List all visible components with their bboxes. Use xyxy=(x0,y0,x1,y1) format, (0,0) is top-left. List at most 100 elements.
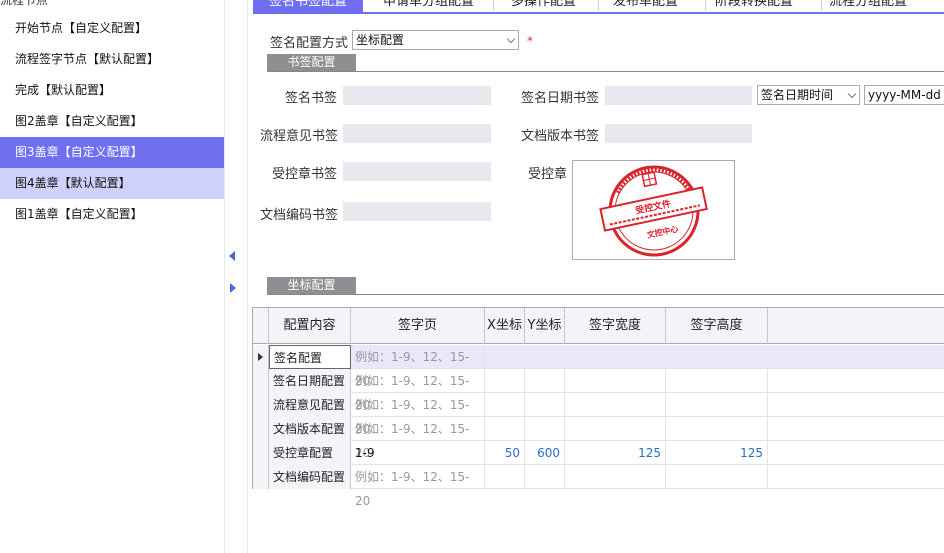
app-root: 流程节点 开始节点【自定义配置】 流程签字节点【默认配置】 完成【默认配置】 图… xyxy=(0,0,944,553)
config-mode-select[interactable]: 坐标配置 xyxy=(352,30,519,50)
coord-section-title: 坐标配置 xyxy=(267,277,356,294)
row-header[interactable] xyxy=(253,441,269,465)
x-cell[interactable] xyxy=(485,393,525,417)
chevron-down-icon xyxy=(506,34,516,44)
sign-page-cell[interactable]: 例如：1-9、12、15-20 xyxy=(351,465,485,508)
x-cell[interactable]: 50 xyxy=(485,441,525,465)
sidebar-item-seal-2[interactable]: 图2盖章【自定义配置】 xyxy=(0,106,224,137)
sidebar-item-seal-4[interactable]: 图4盖章【默认配置】 xyxy=(0,168,224,199)
col-header-filler xyxy=(768,308,944,344)
tab-flow-group[interactable]: 流程分组配置 xyxy=(823,0,913,13)
col-header-height[interactable]: 签字高度 xyxy=(666,308,768,344)
sidebar-item-sign-node[interactable]: 流程签字节点【默认配置】 xyxy=(0,44,224,75)
coord-section-header: 坐标配置 xyxy=(267,277,944,295)
col-header-content[interactable]: 配置内容 xyxy=(269,308,351,344)
row-header[interactable] xyxy=(253,465,269,489)
col-header-sign-page[interactable]: 签字页 xyxy=(351,308,485,344)
row-header[interactable] xyxy=(253,345,269,369)
tab-multi-operation[interactable]: 多操作配置 xyxy=(505,0,582,13)
row-header[interactable] xyxy=(253,393,269,417)
table-row[interactable]: 文档编码配置 例如：1-9、12、15-20 xyxy=(253,465,944,508)
sign-date-bookmark-field[interactable] xyxy=(605,86,752,105)
coord-config-grid: 配置内容 签字页 X坐标 Y坐标 签字宽度 签字高度 签名配置 例如：1-9、1… xyxy=(252,307,944,508)
tab-separator xyxy=(705,0,706,11)
doc-version-bookmark-field[interactable] xyxy=(605,124,752,143)
y-cell[interactable] xyxy=(525,417,565,441)
table-row[interactable]: 文档版本配置 例如：1-9、12、15-20 xyxy=(253,417,944,460)
row-header[interactable] xyxy=(253,417,269,441)
sign-page-cell[interactable]: 例如：1-9、12、15-20 xyxy=(351,345,485,388)
flow-opinion-bookmark-label: 流程意见书签 xyxy=(260,129,339,144)
height-cell[interactable] xyxy=(666,417,768,441)
height-cell[interactable]: 125 xyxy=(666,441,768,465)
sign-page-cell[interactable]: 例如：1-9、12、15-20 xyxy=(351,393,485,436)
col-header-x[interactable]: X坐标 xyxy=(485,308,525,344)
row-header[interactable] xyxy=(253,369,269,393)
config-tabs: 签名书签配置 申请单分组配置 多操作配置 发布单配置 阶段转换配置 流程分组配置 xyxy=(253,0,944,14)
row-name: 签名日期配置 xyxy=(269,369,351,393)
row-name: 签名配置 xyxy=(269,345,351,369)
row-name: 流程意见配置 xyxy=(269,393,351,417)
y-cell[interactable]: 600 xyxy=(525,441,565,465)
node-sidebar: 流程节点 开始节点【自定义配置】 流程签字节点【默认配置】 完成【默认配置】 图… xyxy=(0,0,224,553)
sign-date-type-value: 签名日期时间 xyxy=(761,88,834,102)
current-row-icon xyxy=(258,353,263,361)
x-cell[interactable] xyxy=(485,417,525,441)
sidebar-item-seal-1[interactable]: 图1盖章【自定义配置】 xyxy=(0,199,224,230)
expand-right-icon[interactable] xyxy=(230,283,236,293)
x-cell[interactable] xyxy=(485,369,525,393)
doc-code-bookmark-field[interactable] xyxy=(343,202,491,221)
col-header-width[interactable]: 签字宽度 xyxy=(565,308,666,344)
height-cell[interactable] xyxy=(666,465,768,489)
sidebar-header-cut: 流程节点 xyxy=(0,0,49,7)
col-header-y[interactable]: Y坐标 xyxy=(525,308,565,344)
tab-signature-bookmark[interactable]: 签名书签配置 xyxy=(253,0,363,13)
row-name: 文档编码配置 xyxy=(269,465,351,489)
controlled-seal-bookmark-label: 受控章书签 xyxy=(271,167,337,182)
width-cell[interactable] xyxy=(565,417,666,441)
x-cell[interactable] xyxy=(485,465,525,489)
tab-separator xyxy=(598,0,599,11)
date-format-input[interactable]: yyyy-MM-dd HH xyxy=(864,85,944,105)
collapse-left-icon[interactable] xyxy=(229,251,235,261)
flow-opinion-bookmark-field[interactable] xyxy=(343,124,491,143)
sign-page-cell[interactable]: 例如：1-9、12、15-20 xyxy=(351,417,485,460)
height-cell[interactable] xyxy=(666,393,768,417)
controlled-seal-bookmark-field[interactable] xyxy=(343,162,491,181)
tab-release-form[interactable]: 发布单配置 xyxy=(607,0,684,13)
grid-corner xyxy=(253,308,269,344)
row-name: 文档版本配置 xyxy=(269,417,351,441)
doc-version-bookmark-label: 文档版本书签 xyxy=(520,129,599,144)
panel-splitter[interactable] xyxy=(224,0,248,553)
sidebar-item-seal-3[interactable]: 图3盖章【自定义配置】 xyxy=(0,137,224,168)
y-cell[interactable] xyxy=(525,465,565,489)
table-row[interactable]: 流程意见配置 例如：1-9、12、15-20 xyxy=(253,393,944,436)
tab-application-group[interactable]: 申请单分组配置 xyxy=(377,0,480,13)
sign-page-cell[interactable]: 1-9 xyxy=(351,441,485,465)
config-mode-value: 坐标配置 xyxy=(356,33,405,47)
y-cell[interactable] xyxy=(525,393,565,417)
config-mode-label: 签名配置方式 xyxy=(270,36,349,51)
width-cell[interactable]: 125 xyxy=(565,441,666,465)
sign-date-type-select[interactable]: 签名日期时间 xyxy=(757,85,860,105)
table-row[interactable]: 受控章配置 1-9 50 600 125 125 xyxy=(253,441,944,465)
sign-bookmark-field[interactable] xyxy=(343,86,491,105)
width-cell[interactable] xyxy=(565,393,666,417)
tab-stage-transition[interactable]: 阶段转换配置 xyxy=(709,0,799,13)
height-cell[interactable] xyxy=(666,369,768,393)
width-cell[interactable] xyxy=(565,465,666,489)
row-name: 受控章配置 xyxy=(269,441,351,465)
sign-bookmark-label: 签名书签 xyxy=(284,91,337,106)
table-row[interactable]: 签名配置 例如：1-9、12、15-20 xyxy=(253,345,944,388)
width-cell[interactable] xyxy=(565,369,666,393)
controlled-seal-label: 受控章 xyxy=(527,167,567,182)
sidebar-item-complete[interactable]: 完成【默认配置】 xyxy=(0,75,224,106)
y-cell[interactable] xyxy=(525,369,565,393)
sidebar-item-start-node[interactable]: 开始节点【自定义配置】 xyxy=(0,13,224,44)
doc-code-bookmark-label: 文档编码书签 xyxy=(260,208,339,223)
seal-stamp-icon: 受控文件 文控中心 xyxy=(599,165,708,257)
bookmark-section-header: 书签配置 xyxy=(267,54,944,72)
sign-page-cell[interactable]: 例如：1-9、12、15-20 xyxy=(351,369,485,412)
table-row[interactable]: 签名日期配置 例如：1-9、12、15-20 xyxy=(253,369,944,412)
controlled-seal-image-box[interactable]: 受控文件 文控中心 xyxy=(572,160,735,260)
